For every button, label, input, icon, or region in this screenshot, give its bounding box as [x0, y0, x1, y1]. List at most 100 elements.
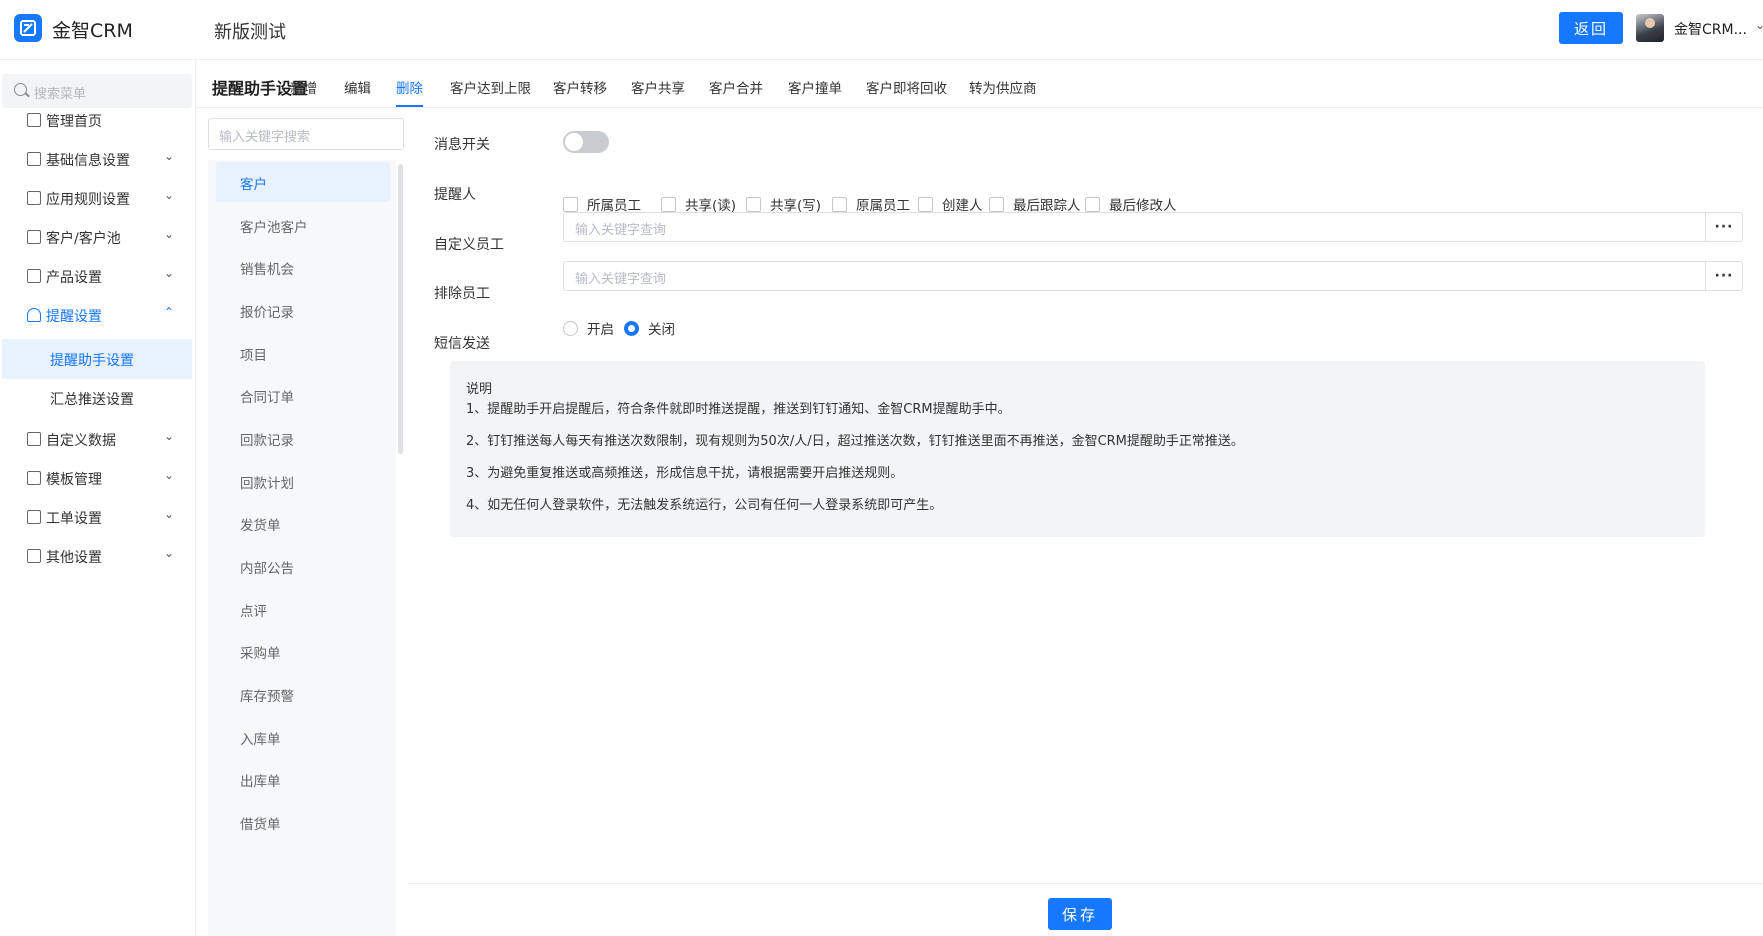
reminder-checkbox[interactable]: 所属员工 — [563, 194, 641, 214]
sidebar-item-custom-data[interactable]: 自定义数据 ⌄ — [0, 419, 192, 459]
checkbox-label: 共享(写) — [770, 198, 822, 214]
list-item[interactable]: 回款计划 — [216, 461, 390, 501]
list-item[interactable]: 客户 — [216, 162, 390, 202]
list-item[interactable]: 发货单 — [216, 503, 390, 543]
tab-customer-transfer[interactable]: 客户转移 — [553, 77, 607, 97]
sidebar-subitem-reminder-assistant[interactable]: 提醒助手设置 — [2, 339, 192, 379]
list-item-label: 采购单 — [240, 646, 281, 662]
tab-to-supplier[interactable]: 转为供应商 — [969, 77, 1037, 97]
custom-staff-input[interactable]: 输入关键字查询 — [563, 212, 1706, 242]
sms-radio-off[interactable]: 关闭 — [624, 318, 675, 338]
category-scrollbar[interactable] — [398, 164, 403, 454]
checkbox-label: 最后跟踪人 — [1013, 198, 1081, 214]
search-icon — [14, 83, 27, 96]
sidebar-item-other[interactable]: 其他设置 ⌄ — [0, 536, 192, 576]
tab-edit[interactable]: 编辑 — [344, 77, 371, 97]
grid-icon — [27, 549, 41, 563]
list-item[interactable]: 报价记录 — [216, 290, 390, 330]
checkbox-label: 创建人 — [942, 198, 983, 214]
tab-customer-conflict[interactable]: 客户撞单 — [788, 77, 842, 97]
tab-delete[interactable]: 删除 — [396, 77, 423, 107]
more-button[interactable]: ··· — [1706, 212, 1743, 242]
sidebar-item-customers[interactable]: 客户/客户池 ⌄ — [0, 217, 192, 257]
sidebar-item-reminders[interactable]: 提醒设置 ⌃ — [0, 295, 192, 335]
list-item[interactable]: 入库单 — [216, 717, 390, 757]
tab-add[interactable]: 新增 — [290, 77, 317, 97]
reminder-checkbox[interactable]: 原属员工 — [832, 194, 910, 214]
exclude-staff-label: 排除员工 — [434, 286, 490, 302]
document-icon — [27, 191, 41, 205]
sidebar-item-label: 提醒设置 — [46, 309, 102, 325]
back-button[interactable]: 返回 — [1559, 12, 1623, 44]
checkbox-icon — [918, 196, 933, 212]
list-item[interactable]: 客户池客户 — [216, 205, 390, 245]
list-item[interactable]: 出库单 — [216, 759, 390, 799]
list-item[interactable]: 点评 — [216, 589, 390, 629]
save-button[interactable]: 保存 — [1048, 898, 1112, 930]
reminder-checkbox[interactable]: 最后跟踪人 — [989, 194, 1081, 214]
tab-customer-recycle[interactable]: 客户即将回收 — [866, 77, 947, 97]
checkbox-label: 共享(读) — [685, 198, 737, 214]
reminder-checkbox[interactable]: 共享(读) — [661, 194, 736, 214]
sidebar-subitem-summary-push[interactable]: 汇总推送设置 — [2, 378, 192, 418]
list-item[interactable]: 项目 — [216, 333, 390, 373]
list-item[interactable]: 内部公告 — [216, 546, 390, 586]
avatar[interactable] — [1636, 14, 1664, 42]
list-item[interactable]: 回款记录 — [216, 418, 390, 458]
reminder-checkbox[interactable]: 共享(写) — [746, 194, 821, 214]
list-item-label: 回款计划 — [240, 476, 294, 492]
list-item[interactable]: 采购单 — [216, 631, 390, 671]
sidebar-item-label: 基础信息设置 — [46, 153, 130, 169]
page-title: 新版测试 — [214, 22, 286, 43]
radio-label: 关闭 — [648, 322, 675, 338]
sidebar-item-app-rules[interactable]: 应用规则设置 ⌄ — [0, 178, 192, 218]
sms-radio-on[interactable]: 开启 — [563, 318, 614, 338]
chevron-down-icon[interactable]: ⌄ — [1755, 18, 1763, 32]
sidebar-item-basic-info[interactable]: 基础信息设置 ⌄ — [0, 139, 192, 179]
sidebar-item-label: 管理首页 — [46, 114, 102, 130]
top-header: 金智CRM 新版测试 返回 金智CRM... ⌄ — [0, 0, 1763, 60]
sidebar-item-label: 客户/客户池 — [46, 231, 121, 247]
list-item[interactable]: 销售机会 — [216, 247, 390, 287]
sidebar-item-home[interactable]: 管理首页 — [0, 100, 192, 140]
bell-icon — [27, 308, 41, 322]
sidebar-item-label: 自定义数据 — [46, 433, 116, 449]
chevron-up-icon: ⌃ — [164, 305, 175, 319]
sidebar-item-tickets[interactable]: 工单设置 ⌄ — [0, 497, 192, 537]
category-search-input[interactable]: 输入关键字搜索 — [208, 118, 404, 150]
list-item-label: 入库单 — [240, 732, 281, 748]
users-icon — [27, 230, 41, 244]
reminder-checkbox[interactable]: 最后修改人 — [1085, 194, 1177, 214]
input-placeholder: 输入关键字查询 — [575, 223, 667, 238]
list-item[interactable]: 合同订单 — [216, 375, 390, 415]
tab-customer-merge[interactable]: 客户合并 — [709, 77, 763, 97]
tab-customer-share[interactable]: 客户共享 — [631, 77, 685, 97]
list-item[interactable]: 库存预警 — [216, 674, 390, 714]
message-switch-toggle[interactable] — [563, 131, 609, 153]
tab-customer-limit[interactable]: 客户达到上限 — [450, 77, 531, 97]
sidebar-item-templates[interactable]: 模板管理 ⌄ — [0, 458, 192, 498]
app-logo-icon — [14, 14, 42, 42]
checkbox-label: 所属员工 — [587, 198, 641, 214]
list-item-label: 回款记录 — [240, 433, 294, 449]
radio-icon — [563, 320, 578, 336]
reminder-checkbox[interactable]: 创建人 — [918, 194, 983, 214]
list-item-label: 项目 — [240, 348, 267, 364]
checkbox-icon — [832, 196, 847, 212]
checkbox-label: 最后修改人 — [1109, 198, 1177, 214]
template-icon — [27, 471, 41, 485]
user-name[interactable]: 金智CRM... — [1674, 19, 1747, 39]
list-item-label: 客户池客户 — [240, 220, 308, 236]
checkbox-icon — [746, 196, 761, 212]
list-item[interactable]: 借货单 — [216, 802, 390, 842]
footer-bar: 保存 — [408, 883, 1763, 936]
input-placeholder: 输入关键字查询 — [575, 272, 667, 287]
sidebar-item-products[interactable]: 产品设置 ⌄ — [0, 256, 192, 296]
exclude-staff-input[interactable]: 输入关键字查询 — [563, 261, 1706, 291]
chevron-down-icon: ⌄ — [164, 188, 175, 202]
list-item-label: 出库单 — [240, 774, 281, 790]
checkbox-icon — [1085, 196, 1100, 212]
sms-label: 短信发送 — [434, 336, 490, 352]
more-button[interactable]: ··· — [1706, 261, 1743, 291]
list-item-label: 客户 — [240, 177, 267, 193]
